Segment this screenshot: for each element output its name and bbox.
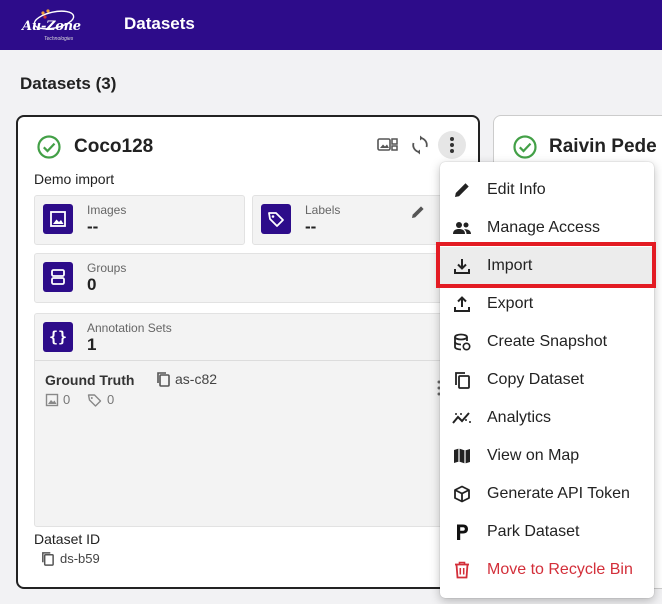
- check-circle-icon: [37, 135, 61, 159]
- dataset-id-value[interactable]: ds-b59: [60, 551, 100, 566]
- map-icon: [452, 446, 472, 466]
- cube-icon: [452, 484, 472, 504]
- groups-tile[interactable]: Groups 0: [34, 253, 474, 303]
- database-icon: [452, 332, 472, 352]
- parking-icon: [452, 522, 472, 542]
- braces-icon: {}: [43, 322, 73, 352]
- top-bar: Au-Zone Technologies Datasets: [0, 0, 662, 50]
- divider: [35, 360, 473, 361]
- dataset-description: Demo import: [34, 171, 115, 187]
- trash-icon: [452, 560, 472, 580]
- groups-count: 0: [87, 275, 97, 294]
- pencil-icon: [452, 180, 472, 200]
- menu-item-label: Generate API Token: [487, 485, 630, 502]
- analytics-icon: [452, 408, 472, 428]
- more-vertical-icon: [450, 137, 454, 153]
- dataset-id-label: Dataset ID: [34, 531, 101, 547]
- images-label: Images: [87, 203, 127, 217]
- menu-item-label: Copy Dataset: [487, 371, 584, 388]
- groups-label: Groups: [87, 261, 127, 275]
- menu-item-edit-info[interactable]: Edit Info: [440, 171, 654, 209]
- people-icon: [452, 218, 472, 238]
- ground-truth-image-count: 0: [63, 392, 71, 407]
- menu-item-label: Analytics: [487, 409, 552, 426]
- menu-item-analytics[interactable]: Analytics: [440, 399, 654, 437]
- annotation-sets-count: 1: [87, 335, 97, 354]
- annotation-sets-label: Annotation Sets: [87, 321, 172, 335]
- menu-item-label: Move to Recycle Bin: [487, 561, 633, 578]
- images-tile[interactable]: Images --: [34, 195, 245, 245]
- annotation-set-id[interactable]: as-c82: [175, 371, 217, 387]
- menu-item-park-dataset[interactable]: Park Dataset: [440, 513, 654, 551]
- more-options-button[interactable]: [438, 131, 466, 159]
- menu-item-view-on-map[interactable]: View on Map: [440, 437, 654, 475]
- ground-truth-label[interactable]: Ground Truth: [45, 372, 134, 388]
- gallery-view-icon[interactable]: [376, 133, 400, 157]
- dataset-title[interactable]: Raivin Pede: [549, 136, 657, 158]
- copy-icon[interactable]: [155, 371, 171, 387]
- ground-truth-label-count: 0: [107, 392, 115, 407]
- au-zone-logo[interactable]: Au-Zone Technologies: [20, 6, 82, 44]
- menu-item-create-snapshot[interactable]: Create Snapshot: [440, 323, 654, 361]
- menu-item-label: View on Map: [487, 447, 580, 464]
- image-count-icon: [45, 393, 59, 407]
- logo-text: Au-Zone: [22, 19, 81, 34]
- labels-count: --: [305, 217, 317, 236]
- import-highlight-annotation: [436, 242, 656, 288]
- annotation-sets-panel: {} Annotation Sets 1 Ground Truth as-c82…: [34, 313, 474, 527]
- menu-item-label: Edit Info: [487, 181, 546, 198]
- menu-item-copy-dataset[interactable]: Copy Dataset: [440, 361, 654, 399]
- groups-icon: [43, 262, 73, 292]
- check-circle-icon: [513, 135, 537, 159]
- images-count: --: [87, 217, 99, 236]
- menu-item-label: Create Snapshot: [487, 333, 608, 350]
- tag-icon: [261, 204, 291, 234]
- tag-count-icon: [87, 394, 102, 407]
- image-icon: [43, 204, 73, 234]
- logo-subtext: Technologies: [44, 36, 74, 42]
- app-title[interactable]: Datasets: [124, 14, 195, 34]
- menu-item-label: Park Dataset: [487, 523, 580, 540]
- copy-dataset-id-icon[interactable]: [40, 551, 55, 566]
- copy-icon: [452, 370, 472, 390]
- upload-icon: [452, 294, 472, 314]
- menu-item-move-to-recycle-bin[interactable]: Move to Recycle Bin: [440, 551, 654, 589]
- dataset-card-coco128[interactable]: Coco128 Demo import Images -- Labels -- …: [16, 115, 480, 589]
- sync-icon[interactable]: [408, 133, 432, 157]
- page-title: Datasets (3): [20, 74, 117, 93]
- edit-labels-icon[interactable]: [410, 204, 426, 220]
- menu-item-export[interactable]: Export: [440, 285, 654, 323]
- dataset-context-menu: Edit Info Manage Access Import Export Cr…: [440, 162, 654, 598]
- menu-item-generate-api-token[interactable]: Generate API Token: [440, 475, 654, 513]
- menu-item-label: Manage Access: [487, 219, 600, 236]
- dataset-title[interactable]: Coco128: [74, 136, 153, 158]
- menu-item-label: Export: [487, 295, 534, 312]
- labels-label: Labels: [305, 203, 341, 217]
